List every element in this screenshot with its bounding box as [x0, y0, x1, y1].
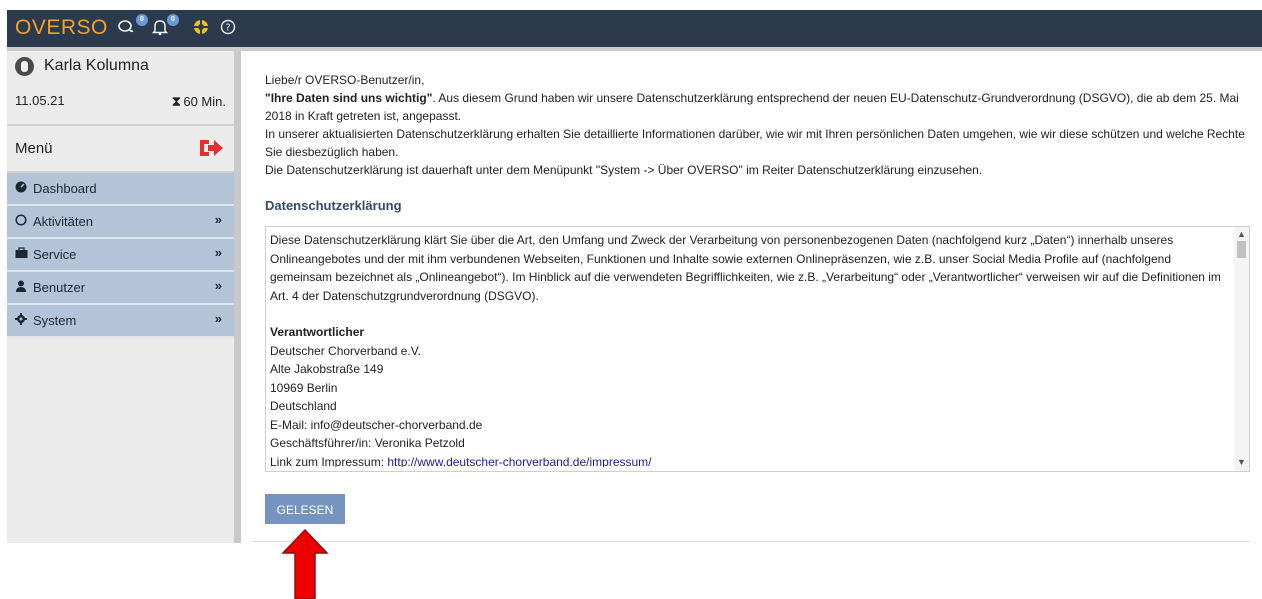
app-logo[interactable]: OVERSO: [15, 16, 108, 40]
session-timer-value: 60 Min.: [183, 94, 226, 109]
help-icon[interactable]: ?: [220, 18, 236, 42]
scroll-up-icon[interactable]: ▲: [1237, 229, 1246, 239]
lifebuoy-icon[interactable]: [193, 18, 209, 42]
session-date: 11.05.21: [15, 93, 65, 108]
intro-text: Liebe/r OVERSO-Benutzer/in, "Ihre Daten …: [265, 71, 1255, 179]
sidebar-item-label: Service: [33, 247, 77, 262]
bell-badge: 0: [167, 14, 179, 26]
scroll-down-icon[interactable]: ▼: [1237, 457, 1246, 467]
sidebar-item-label: Benutzer: [33, 280, 86, 295]
avatar[interactable]: [15, 57, 34, 76]
sidebar-item-benutzer[interactable]: Benutzer »: [7, 272, 234, 305]
privacy-policy-content: Diese Datenschutzerklärung klärt Sie übe…: [270, 231, 1230, 467]
sidebar-item-dashboard[interactable]: Dashboard: [7, 173, 234, 206]
address-line: Deutscher Chorverband e.V.: [270, 343, 421, 358]
scrollbar-thumb[interactable]: [1237, 241, 1246, 258]
sidebar-item-service[interactable]: Service »: [7, 239, 234, 272]
impressum-label: Link zum Impressum:: [270, 454, 388, 468]
address-line: Alte Jakobstraße 149: [270, 362, 384, 376]
sidebar-item-system[interactable]: System »: [7, 305, 234, 338]
privacy-policy-textbox[interactable]: Diese Datenschutzerklärung klärt Sie übe…: [265, 226, 1250, 472]
user-panel: Karla Kolumna 11.05.21 ⧗ 60 Min.: [7, 51, 234, 126]
svg-text:?: ?: [225, 23, 230, 34]
menu-header: Menü: [7, 126, 234, 174]
address-line: Deutschland: [270, 399, 337, 413]
chevron-down-icon[interactable]: »: [215, 278, 222, 293]
hourglass-icon: ⧗: [171, 93, 182, 109]
vertical-scrollbar[interactable]: ▲ ▼: [1234, 227, 1249, 471]
sidebar-item-label: System: [33, 313, 77, 328]
responsible-heading: Verantwortlicher: [270, 325, 365, 339]
user-name[interactable]: Karla Kolumna: [44, 57, 149, 75]
chat-icon[interactable]: 0: [117, 14, 148, 42]
address-line: Geschäftsführer/in: Veronika Petzold: [270, 436, 465, 450]
logout-icon[interactable]: [198, 136, 224, 160]
briefcase-icon: [15, 247, 28, 262]
address-line: E-Mail: info@deutscher-chorverband.de: [270, 417, 483, 432]
intro-paragraph-1: "Ihre Daten sind uns wichtig". Aus diese…: [265, 89, 1255, 125]
greeting: Liebe/r OVERSO-Benutzer/in,: [265, 73, 425, 87]
intro-bold: "Ihre Daten sind uns wichtig": [265, 91, 433, 105]
user-icon: [15, 280, 27, 295]
chevron-down-icon[interactable]: »: [215, 212, 222, 227]
main-content: Liebe/r OVERSO-Benutzer/in, "Ihre Daten …: [252, 51, 1262, 543]
impressum-link[interactable]: http://www.deutscher-chorverband.de/impr…: [387, 455, 651, 468]
top-bar: OVERSO 0 0 ?: [7, 10, 1262, 47]
policy-intro: Diese Datenschutzerklärung klärt Sie übe…: [270, 233, 1221, 303]
gelesen-button[interactable]: GELESEN: [265, 494, 345, 524]
menu-label: Menü: [15, 140, 53, 157]
intro-paragraph-3: Die Datenschutzerklärung ist dauerhaft u…: [265, 163, 983, 177]
session-timer: ⧗ 60 Min.: [172, 93, 226, 110]
chat-badge: 0: [136, 14, 148, 26]
sidebar: Karla Kolumna 11.05.21 ⧗ 60 Min. Menü Das…: [7, 51, 234, 543]
intro-paragraph-2: In unserer aktualisierten Datenschutzerk…: [265, 127, 1245, 159]
bell-icon[interactable]: 0: [151, 14, 179, 42]
chevron-down-icon[interactable]: »: [215, 311, 222, 326]
address-line: 10969 Berlin: [270, 380, 338, 395]
chevron-down-icon[interactable]: »: [215, 245, 222, 260]
circle-icon: [15, 214, 27, 229]
impressum-line: Link zum Impressum: http://www.deutscher…: [270, 453, 1230, 468]
sidebar-item-aktivitaeten[interactable]: Aktivitäten »: [7, 206, 234, 239]
content-divider: [252, 541, 1249, 542]
sidebar-resize-handle[interactable]: [234, 51, 241, 543]
annotation-arrow-icon: [281, 529, 329, 599]
sidebar-item-label: Dashboard: [33, 181, 97, 196]
sidebar-item-label: Aktivitäten: [33, 214, 93, 229]
section-heading: Datenschutzerklärung: [265, 198, 402, 213]
gear-icon: [15, 313, 27, 328]
tachometer-icon: [15, 181, 27, 196]
